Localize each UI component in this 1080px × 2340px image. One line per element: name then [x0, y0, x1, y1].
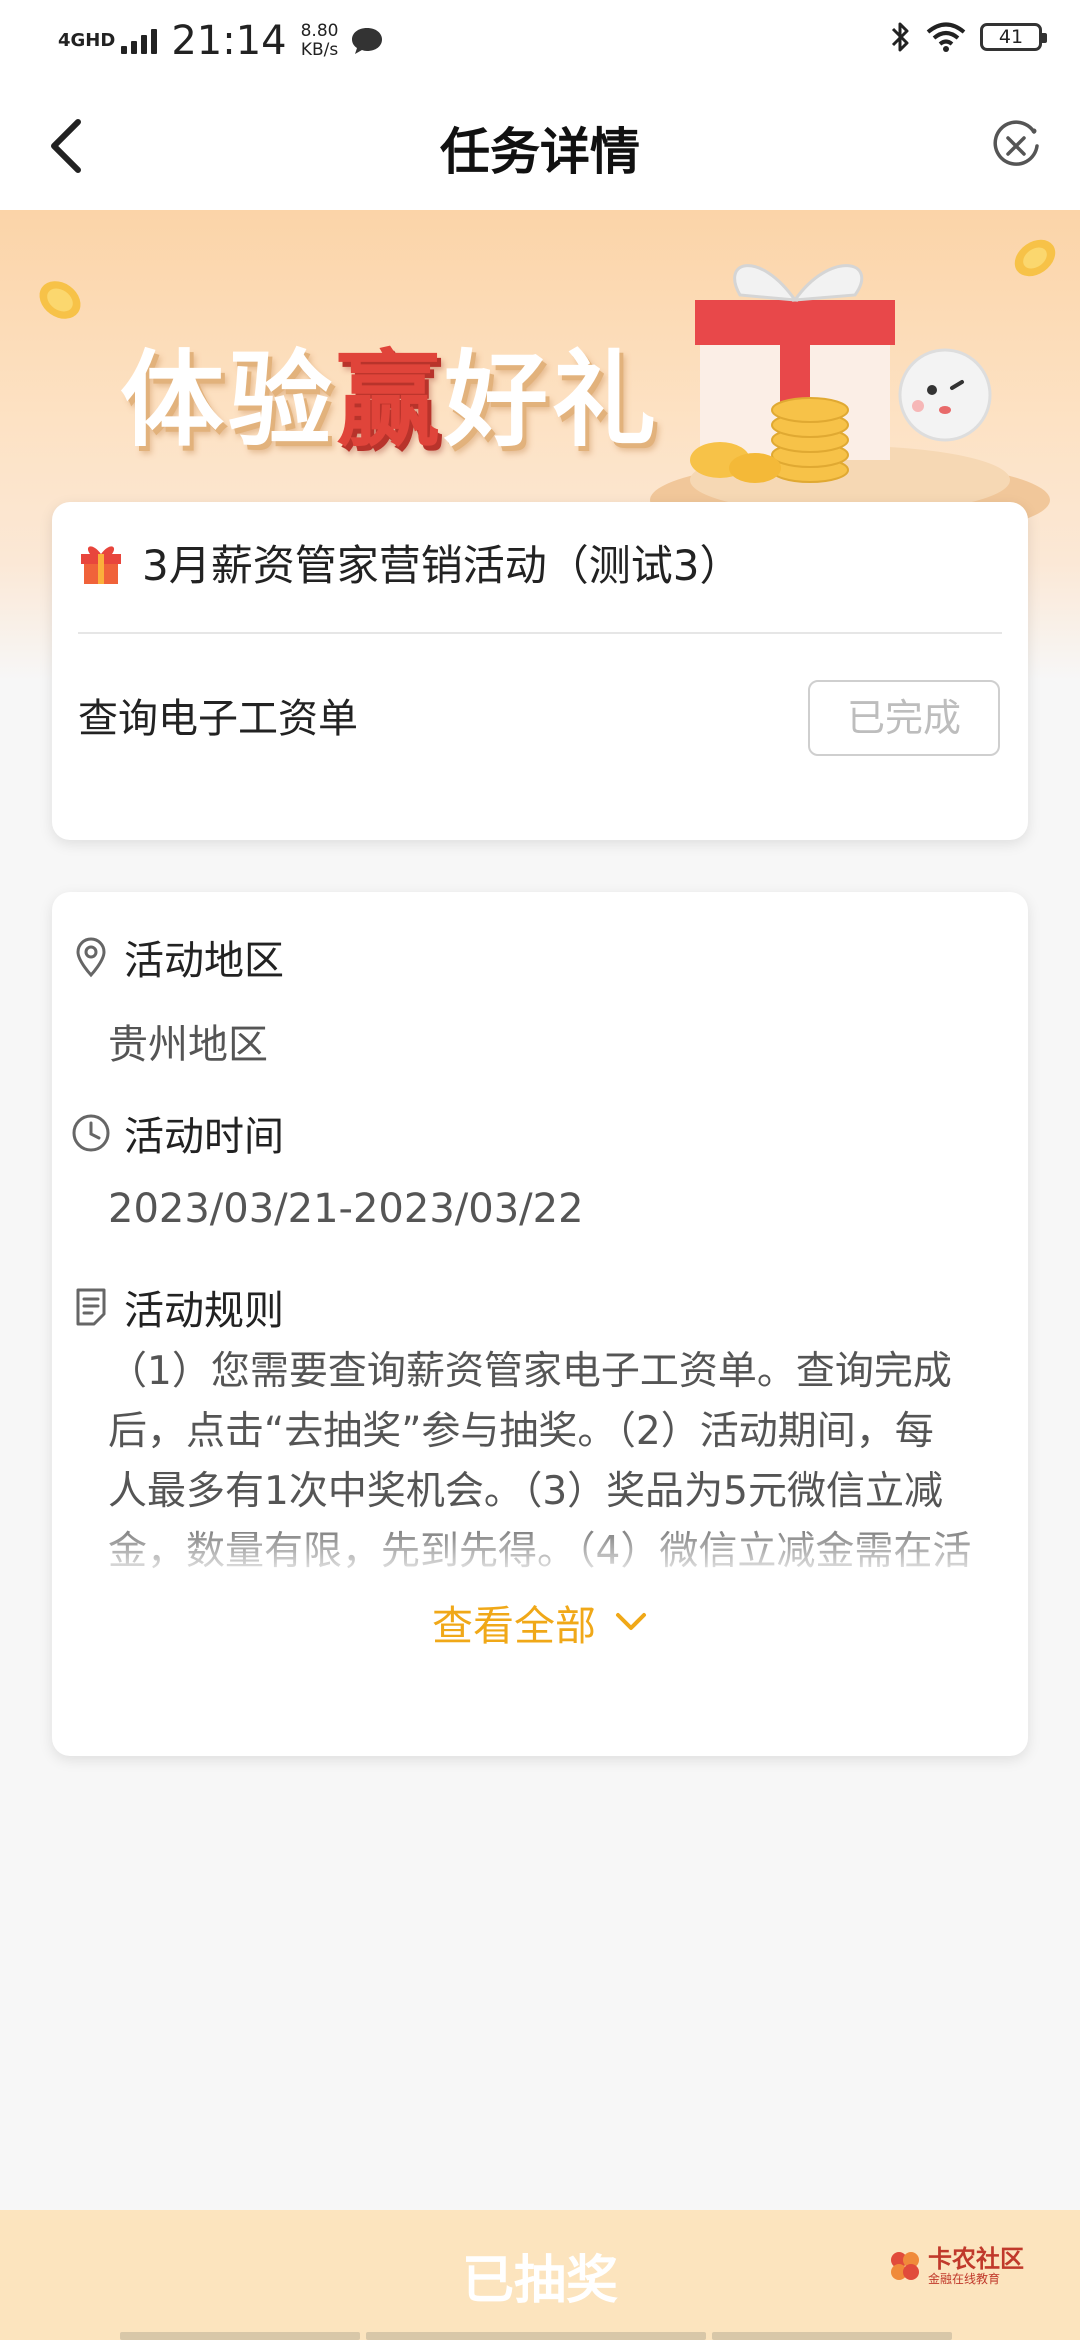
rules-header: 活动规则 — [70, 1278, 284, 1336]
coin-icon — [39, 281, 81, 319]
home-indicator — [120, 2332, 960, 2340]
network-type: 4GHD — [58, 30, 116, 51]
watermark-main: 卡农社区 — [928, 2245, 1024, 2273]
task-card: 3月薪资管家营销活动（测试3） 查询电子工资单 已完成 — [52, 502, 1028, 840]
status-right: 41 — [890, 20, 1047, 54]
banner-title-part1: 体验 — [120, 339, 337, 461]
page-title: 任务详情 — [440, 123, 640, 181]
network-speed: 8.80 KB/s — [301, 22, 339, 60]
divider — [78, 632, 1002, 634]
task-name: 查询电子工资单 — [78, 696, 358, 742]
gift-box-illustration — [650, 264, 1050, 530]
screen: 4GHD 21:14 8.80 KB/s 41 任务详情 体验赢好礼 3月薪资管… — [0, 0, 1080, 2340]
wifi-icon — [926, 22, 966, 52]
chevron-down-icon — [616, 1613, 646, 1630]
activity-info-card: 活动地区 贵州地区 活动时间 2023/03/21-2023/03/22 活动规… — [52, 892, 1028, 1756]
bottom-bar: 已抽奖 卡农社区 金融在线教育 — [0, 2210, 1080, 2340]
status-left: 4GHD 21:14 8.80 KB/s — [58, 18, 384, 64]
rules-fade — [108, 1512, 972, 1572]
bluetooth-icon — [891, 22, 909, 52]
region-value: 贵州地区 — [108, 1022, 268, 1068]
banner-title: 体验赢好礼 — [120, 315, 660, 466]
battery-level: 41 — [998, 26, 1024, 48]
battery-icon: 41 — [980, 23, 1047, 51]
gift-icon — [81, 545, 121, 584]
clock: 21:14 — [171, 18, 287, 64]
watermark-text: 卡农社区 金融在线教育 — [928, 2246, 1024, 2286]
clock-icon — [72, 1114, 110, 1152]
watermark: 卡农社区 金融在线教育 — [888, 2246, 1024, 2286]
time-label: 活动时间 — [124, 1114, 284, 1160]
task-header: 3月薪资管家营销活动（测试3） — [78, 532, 741, 593]
time-header: 活动时间 — [70, 1104, 284, 1162]
watermark-sub: 金融在线教育 — [928, 2272, 1001, 2286]
watermark-logo-icon — [891, 2252, 919, 2280]
campaign-title: 3月薪资管家营销活动（测试3） — [142, 541, 742, 590]
time-value: 2023/03/21-2023/03/22 — [108, 1186, 584, 1232]
status-bar: 4GHD 21:14 8.80 KB/s 41 — [0, 0, 1080, 82]
view-all-label: 查看全部 — [432, 1602, 596, 1650]
speed-unit: KB/s — [300, 40, 339, 60]
close-circle-icon[interactable] — [990, 120, 1042, 172]
message-icon — [352, 28, 383, 54]
signal-icon — [121, 28, 158, 54]
banner-title-highlight: 赢 — [336, 339, 445, 461]
location-pin-icon — [76, 937, 106, 978]
region-header: 活动地区 — [70, 928, 284, 986]
region-label: 活动地区 — [124, 938, 284, 984]
view-all-link[interactable]: 查看全部 — [52, 1592, 1028, 1652]
document-icon — [76, 1288, 106, 1326]
rules-label: 活动规则 — [124, 1288, 284, 1334]
nav-bar: 任务详情 — [0, 82, 1080, 210]
task-status-button[interactable]: 已完成 — [808, 680, 1000, 756]
banner-title-part2: 好礼 — [444, 339, 661, 461]
speed-value: 8.80 — [300, 21, 339, 41]
